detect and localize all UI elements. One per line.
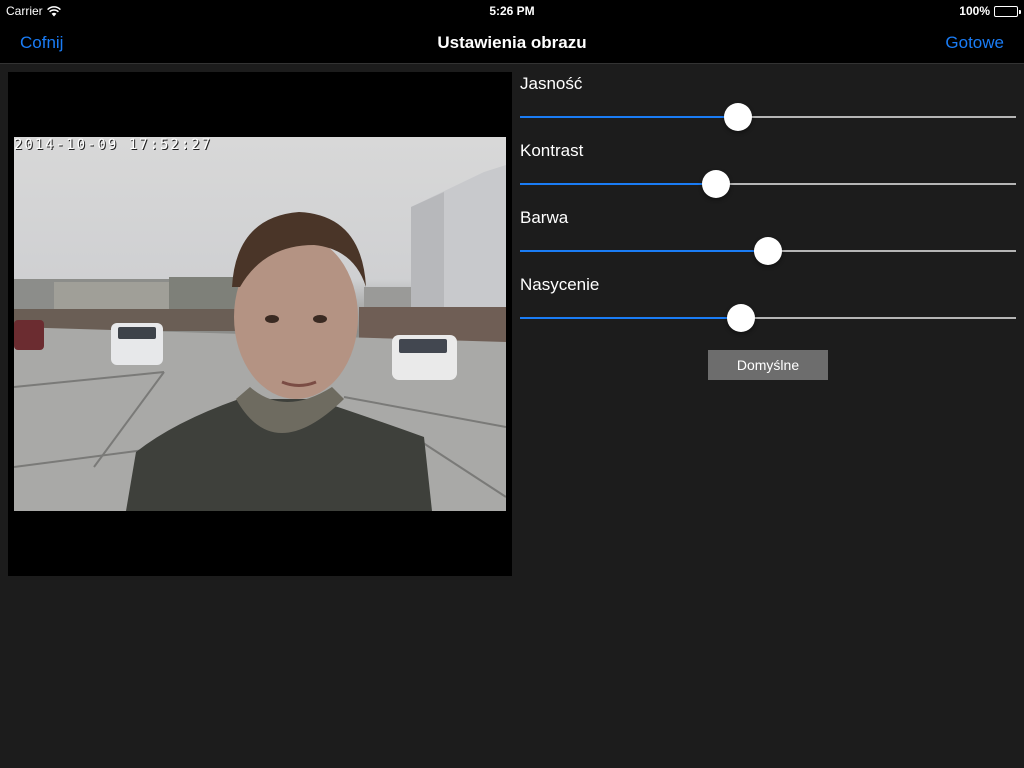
camera-preview: 2014-10-09 17:52:27 <box>8 72 512 576</box>
status-bar: Carrier 5:26 PM 100% <box>0 0 1024 22</box>
hue-slider-thumb[interactable] <box>754 237 782 265</box>
video-timestamp: 2014-10-09 17:52:27 <box>14 137 213 153</box>
contrast-slider[interactable] <box>520 170 1016 198</box>
hue-slider-fill <box>520 250 768 252</box>
brightness-control: Jasność <box>520 72 1020 139</box>
camera-image <box>14 165 506 511</box>
hue-control: Barwa <box>520 206 1020 273</box>
status-time: 5:26 PM <box>489 4 535 18</box>
brightness-slider[interactable] <box>520 103 1016 131</box>
contrast-label: Kontrast <box>520 141 584 160</box>
brightness-slider-fill <box>520 116 739 118</box>
brightness-slider-thumb[interactable] <box>724 103 753 131</box>
brightness-label: Jasność <box>520 74 583 93</box>
saturation-slider[interactable] <box>520 304 1016 332</box>
battery-percent: 100% <box>959 4 990 18</box>
image-settings-panel: Jasność Kontrast Barwa Nasycenie Domyśln… <box>520 72 1020 380</box>
saturation-slider-thumb[interactable] <box>726 304 755 332</box>
navigation-bar: Cofnij Ustawienia obrazu Gotowe <box>0 22 1024 64</box>
contrast-slider-fill <box>520 183 716 185</box>
done-button[interactable]: Gotowe <box>945 33 1004 53</box>
camera-frame: 2014-10-09 17:52:27 <box>14 137 506 511</box>
hue-slider[interactable] <box>520 237 1016 265</box>
default-button[interactable]: Domyślne <box>708 350 828 380</box>
battery-indicator: 100% <box>959 4 1021 18</box>
battery-icon <box>994 5 1021 17</box>
saturation-control: Nasycenie <box>520 273 1020 340</box>
page-title: Ustawienia obrazu <box>437 33 587 52</box>
saturation-label: Nasycenie <box>520 275 600 294</box>
hue-label: Barwa <box>520 208 569 227</box>
contrast-control: Kontrast <box>520 139 1020 206</box>
contrast-slider-thumb[interactable] <box>701 170 730 198</box>
saturation-slider-fill <box>520 317 741 319</box>
